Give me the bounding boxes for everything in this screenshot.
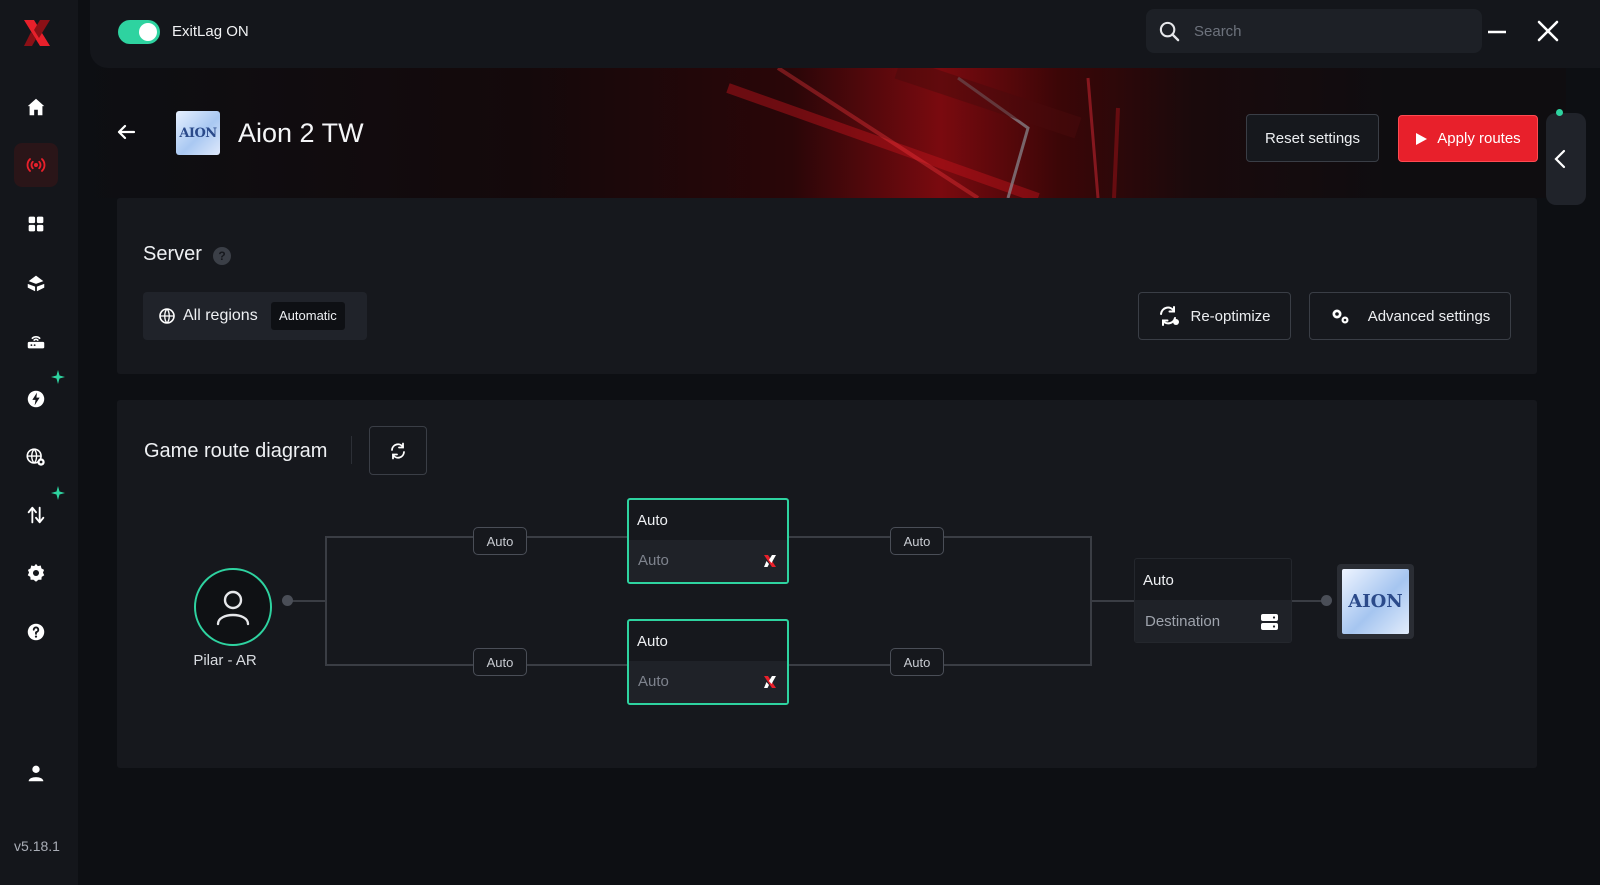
link-pill[interactable]: Auto <box>473 648 527 676</box>
new-sparkle-icon <box>51 486 65 500</box>
help-icon <box>27 623 45 641</box>
help-icon[interactable]: ? <box>213 247 231 265</box>
server-title: Server <box>143 243 202 265</box>
relay-node-server[interactable]: Auto <box>629 661 787 703</box>
routes-broadcast-icon <box>26 158 46 172</box>
connector-dot <box>1321 595 1332 606</box>
sidebar-item-boost[interactable] <box>14 261 58 305</box>
link-pill[interactable]: Auto <box>473 527 527 555</box>
game-icon-text: AION <box>179 125 217 141</box>
game-thumbnail-text: AION <box>1348 591 1403 612</box>
route-line <box>292 600 326 602</box>
origin-label: Pilar - AR <box>193 652 257 669</box>
game-thumbnail: AION <box>1342 569 1409 634</box>
apps-grid-icon <box>28 216 44 232</box>
refresh-diagram-button[interactable] <box>369 426 427 475</box>
relay-node-value: Auto <box>638 552 669 569</box>
re-optimize-icon <box>1160 306 1180 326</box>
sidebar-item-router[interactable] <box>14 319 58 363</box>
transfer-arrows-icon <box>27 506 45 524</box>
advanced-settings-button[interactable]: Advanced settings <box>1309 292 1511 340</box>
mode-badge: Automatic <box>271 302 345 330</box>
gears-icon <box>1332 309 1349 324</box>
toggle-label: ExitLag ON <box>172 23 249 40</box>
sidebar: v5.18.1 <box>0 0 78 885</box>
destination-server[interactable]: Destination <box>1135 600 1291 642</box>
origin-user-node[interactable] <box>194 568 272 646</box>
exitlag-logo[interactable] <box>22 18 52 48</box>
destination-node[interactable]: Auto Destination <box>1134 558 1292 643</box>
play-icon <box>1416 132 1428 145</box>
bolt-icon <box>27 390 45 408</box>
route-line <box>1090 600 1135 602</box>
search-icon <box>1159 21 1180 42</box>
minimize-icon <box>1488 30 1506 34</box>
sidebar-item-network[interactable] <box>14 435 58 479</box>
minimize-button[interactable] <box>1482 16 1512 46</box>
route-line <box>325 536 327 666</box>
apply-routes-button[interactable]: Apply routes <box>1398 115 1538 162</box>
server-icon <box>1261 614 1278 630</box>
sidebar-item-home[interactable] <box>14 85 58 129</box>
side-panel-toggle[interactable] <box>1546 113 1586 205</box>
search-input[interactable] <box>1194 19 1464 43</box>
exitlag-mark-icon <box>764 676 776 688</box>
user-outline-icon <box>216 590 250 626</box>
advanced-settings-label: Advanced settings <box>1367 307 1491 325</box>
route-diagram-panel: Game route diagram <box>117 400 1537 768</box>
close-icon <box>1537 20 1559 42</box>
relay-node[interactable]: Auto Auto <box>627 619 789 705</box>
destination-label: Destination <box>1145 613 1221 630</box>
relay-node-title: Auto <box>637 633 668 650</box>
version-label: v5.18.1 <box>14 838 60 854</box>
server-panel: Server ? All regions Automatic Re-optimi… <box>117 198 1537 374</box>
reset-settings-label: Reset settings <box>1264 129 1361 147</box>
connector-dot <box>282 595 293 606</box>
router-icon <box>27 336 45 349</box>
new-sparkle-icon <box>51 370 65 384</box>
destination-title: Auto <box>1143 572 1174 589</box>
boost-icon <box>27 275 45 292</box>
route-title: Game route diagram <box>144 440 328 462</box>
toggle-knob <box>139 23 157 41</box>
exitlag-toggle[interactable] <box>118 20 160 44</box>
reset-settings-button[interactable]: Reset settings <box>1246 114 1379 162</box>
status-dot <box>1556 109 1563 116</box>
close-button[interactable] <box>1533 16 1563 46</box>
sidebar-item-settings[interactable] <box>14 551 58 595</box>
exitlag-mark-icon <box>764 555 776 567</box>
link-pill[interactable]: Auto <box>890 527 944 555</box>
sidebar-item-apps[interactable] <box>14 202 58 246</box>
relay-node-title: Auto <box>637 512 668 529</box>
relay-node-value: Auto <box>638 673 669 690</box>
globe-settings-icon <box>26 448 45 466</box>
region-label: All regions <box>183 307 258 324</box>
chevron-left-icon <box>1554 149 1566 169</box>
refresh-icon <box>391 442 405 459</box>
home-icon <box>27 98 45 116</box>
app-window: v5.18.1 ExitLag ON Search AION Aion 2 TW… <box>0 0 1600 885</box>
relay-node[interactable]: Auto Auto <box>627 498 789 584</box>
game-destination-icon: AION <box>1337 564 1414 639</box>
relay-node-server[interactable]: Auto <box>629 540 787 582</box>
page-title: Aion 2 TW <box>238 118 364 148</box>
top-bar: ExitLag ON <box>90 0 1600 68</box>
re-optimize-label: Re-optimize <box>1190 307 1271 325</box>
re-optimize-button[interactable]: Re-optimize <box>1138 292 1291 340</box>
search-box[interactable] <box>1146 9 1482 53</box>
sidebar-item-routes[interactable] <box>14 143 58 187</box>
sidebar-item-profile[interactable] <box>14 751 58 795</box>
region-selector[interactable]: All regions Automatic <box>143 292 367 340</box>
globe-icon <box>159 308 175 324</box>
back-arrow-icon[interactable] <box>114 120 138 144</box>
title-divider <box>351 436 352 464</box>
sidebar-item-help[interactable] <box>14 610 58 654</box>
user-icon <box>28 765 44 782</box>
apply-routes-label: Apply routes <box>1437 130 1521 147</box>
game-icon: AION <box>176 111 220 155</box>
gear-icon <box>27 563 45 582</box>
link-pill[interactable]: Auto <box>890 648 944 676</box>
